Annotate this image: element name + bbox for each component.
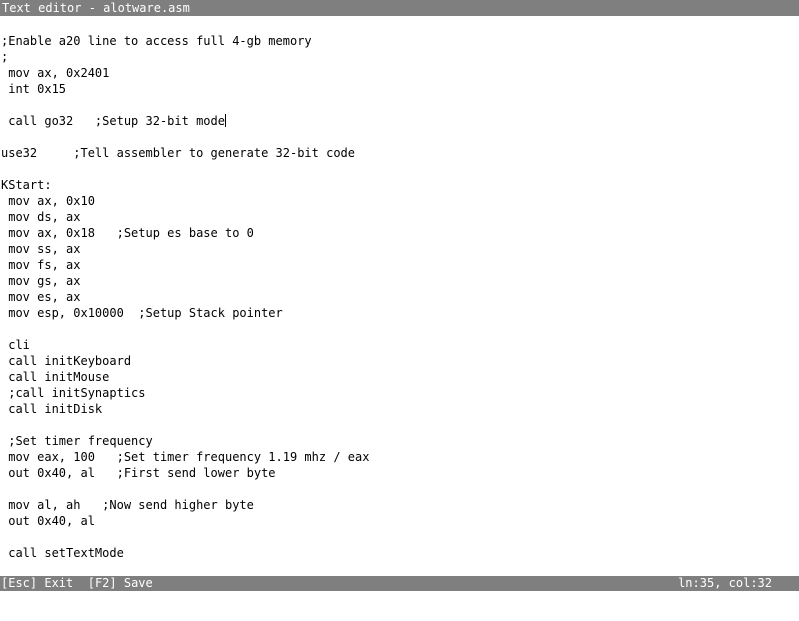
code-line: use32 ;Tell assembler to generate 32-bit… [1,146,356,160]
code-line: mov gs, ax [1,274,81,288]
save-shortcut[interactable]: [F2] Save [88,576,153,590]
code-line: call initMouse [1,370,110,384]
code-line: mov ax, 0x10 [1,194,95,208]
key-hints: [Esc] Exit [F2] Save [1,576,153,591]
code-line: mov ax, 0x2401 [1,66,110,80]
code-line: mov ax, 0x18 ;Setup es base to 0 [1,226,254,240]
code-line: int 0x15 [1,82,67,96]
current-line: call go32 ;Setup 32-bit mode [0,113,799,129]
exit-label: Exit [44,576,74,590]
code-line: ;Set timer frequency [1,434,153,448]
f2-key-label: [F2] [87,576,117,590]
code-line: out 0x40, al [1,514,95,528]
esc-key-label: [Esc] [1,576,38,590]
cursor-position: ln:35, col:32 [678,576,772,590]
code-line: mov ss, ax [1,242,81,256]
code-line: out 0x40, al ;First send lower byte [1,466,276,480]
code-line: call initKeyboard [1,354,132,368]
code-line: KStart: [1,178,52,192]
code-line: ;Enable a20 line to access full 4-gb mem… [1,34,312,48]
code-line: mov ds, ax [1,210,81,224]
code-line: ;call initSynaptics [1,386,146,400]
code-line: mov es, ax [1,290,81,304]
code-editor[interactable]: ;Enable a20 line to access full 4-gb mem… [0,16,799,576]
code-line: mov al, ah ;Now send higher byte [1,498,254,512]
window-title: Text editor - alotware.asm [0,0,799,16]
exit-shortcut[interactable]: [Esc] Exit [1,576,73,590]
code-line: mov eax, 100 ;Set timer frequency 1.19 m… [1,450,370,464]
code-line: ; [1,50,9,64]
status-bar: [Esc] Exit [F2] Save ln:35, col:32 [0,576,799,591]
code-line: mov esp, 0x10000 ;Setup Stack pointer [1,306,283,320]
save-label: Save [123,576,153,590]
text-cursor [224,114,226,127]
current-line-text: call go32 ;Setup 32-bit mode [1,114,225,128]
code-line: call setTextMode [1,546,124,560]
code-line: cli [1,338,30,352]
code-line: mov fs, ax [1,258,81,272]
code-line: call initDisk [1,402,103,416]
